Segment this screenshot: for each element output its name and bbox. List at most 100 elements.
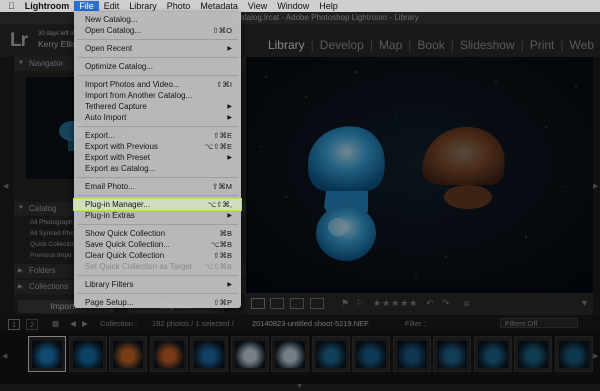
menu-separator bbox=[77, 275, 238, 276]
catalog-item-quick-collection[interactable]: Quick Collection bbox=[30, 241, 77, 248]
filmstrip-thumbnail[interactable] bbox=[149, 336, 188, 372]
menu-item-export-with-preset[interactable]: Export with Preset ▶ bbox=[74, 152, 241, 163]
filmstrip-thumbnail[interactable] bbox=[514, 336, 552, 372]
filmstrip-thumbnail[interactable] bbox=[311, 336, 350, 372]
filmstrip-thumbnail[interactable] bbox=[190, 336, 228, 372]
module-divider: | bbox=[369, 38, 373, 52]
page-1-button[interactable]: 1 bbox=[8, 319, 21, 330]
menu-item-clear-quick-collection[interactable]: Clear Quick Collection ⇧⌘B bbox=[74, 250, 241, 261]
expand-triangle-icon[interactable]: ▼ bbox=[18, 60, 24, 66]
painter-icon[interactable]: ⧈ bbox=[464, 298, 470, 309]
menu-app-name[interactable]: Lightroom bbox=[20, 1, 75, 11]
menu-photo[interactable]: Photo bbox=[162, 1, 196, 11]
thumbnail-image bbox=[72, 341, 103, 368]
bottom-panel-edge[interactable]: ▼ bbox=[0, 383, 600, 391]
menu-item-export-with-previous[interactable]: Export with Previous ⌥⇧⌘E bbox=[74, 141, 241, 152]
menu-help[interactable]: Help bbox=[314, 1, 343, 11]
page-2-button[interactable]: 2 bbox=[26, 319, 39, 330]
expand-triangle-icon[interactable]: ▶ bbox=[18, 283, 23, 290]
filmstrip-thumbnail[interactable] bbox=[433, 336, 471, 372]
filmstrip-thumbnail[interactable] bbox=[554, 336, 593, 372]
menu-item-page-setup[interactable]: Page Setup... ⇧⌘P bbox=[74, 297, 241, 308]
apple-icon[interactable]:  bbox=[0, 1, 20, 11]
menu-file[interactable]: File bbox=[74, 1, 99, 11]
menu-item-show-quick-collection[interactable]: Show Quick Collection ⌘B bbox=[74, 228, 241, 239]
menu-view[interactable]: View bbox=[243, 1, 272, 11]
menu-item-new-catalog[interactable]: New Catalog... bbox=[74, 14, 241, 25]
module-book[interactable]: Book bbox=[417, 38, 444, 52]
menu-item-import-photos-and-video[interactable]: Import Photos and Video... ⇧⌘I bbox=[74, 79, 241, 90]
menu-item-plug-in-manager[interactable]: Plug-in Manager... ⌥⇧⌘, bbox=[73, 198, 242, 211]
menu-item-open-catalog[interactable]: Open Catalog... ⇧⌘O bbox=[74, 25, 241, 36]
menu-item-printer[interactable]: Printer... ⌘P bbox=[74, 308, 241, 319]
photo-count: 182 photos / 1 selected / bbox=[152, 319, 234, 328]
menu-item-export-as-catalog[interactable]: Export as Catalog... bbox=[74, 163, 241, 174]
menu-item-email-photo[interactable]: Email Photo... ⇧⌘M bbox=[74, 181, 241, 192]
survey-view-icon[interactable] bbox=[310, 298, 324, 309]
menu-item-shortcut: ⇧⌘B bbox=[213, 251, 232, 260]
selected-filename[interactable]: 20140823-untitled shoot-5219.NEF bbox=[252, 319, 369, 328]
filmstrip-left-icon[interactable]: ◀ bbox=[2, 352, 7, 360]
filter-select[interactable]: Filters Off bbox=[500, 318, 578, 328]
toolbar-menu-icon[interactable]: ▼ bbox=[580, 298, 589, 309]
forward-arrow-icon[interactable]: ▶ bbox=[82, 319, 88, 328]
menu-item-import-from-another-catalog[interactable]: Import from Another Catalog... bbox=[74, 90, 241, 101]
source-label[interactable]: Collection : bbox=[100, 319, 137, 328]
filmstrip-thumbnail[interactable] bbox=[473, 336, 512, 372]
menu-edit[interactable]: Edit bbox=[99, 1, 125, 11]
menu-item-export[interactable]: Export... ⇧⌘E bbox=[74, 130, 241, 141]
main-photo-view[interactable] bbox=[246, 57, 593, 293]
menu-separator bbox=[77, 57, 238, 58]
rating-stars-icon[interactable]: ★★★★★ bbox=[373, 298, 418, 309]
submenu-arrow-icon: ▶ bbox=[227, 115, 232, 121]
menu-item-label: New Catalog... bbox=[85, 15, 138, 24]
left-panel-edge[interactable]: ◀ bbox=[0, 57, 14, 315]
filmstrip-right-icon[interactable]: ▶ bbox=[593, 352, 598, 360]
collapse-left-icon[interactable]: ◀ bbox=[3, 182, 8, 190]
menu-item-shortcut: ⇧⌘I bbox=[216, 80, 232, 89]
filmstrip-thumbnail[interactable] bbox=[271, 336, 309, 372]
menu-item-save-quick-collection[interactable]: Save Quick Collection... ⌥⌘B bbox=[74, 239, 241, 250]
menu-item-tethered-capture[interactable]: Tethered Capture ▶ bbox=[74, 101, 241, 112]
flag-icon[interactable]: ⚑ bbox=[341, 298, 349, 309]
menu-item-auto-import[interactable]: Auto Import ▶ bbox=[74, 112, 241, 123]
menu-item-optimize-catalog[interactable]: Optimize Catalog... bbox=[74, 61, 241, 72]
filmstrip-thumbnail[interactable] bbox=[28, 336, 66, 372]
catalog-item-all-photographs[interactable]: All Photograph bbox=[30, 219, 73, 226]
expand-triangle-icon[interactable]: ▼ bbox=[18, 205, 24, 211]
rotate-right-icon[interactable]: ↷ bbox=[442, 298, 450, 309]
menu-window[interactable]: Window bbox=[272, 1, 314, 11]
compare-view-icon[interactable] bbox=[290, 298, 304, 309]
module-web[interactable]: Web bbox=[570, 38, 594, 52]
menu-item-library-filters[interactable]: Library Filters ▶ bbox=[74, 279, 241, 290]
loupe-view-icon[interactable] bbox=[270, 298, 284, 309]
menu-item-open-recent[interactable]: Open Recent ▶ bbox=[74, 43, 241, 54]
module-print[interactable]: Print bbox=[530, 38, 555, 52]
menu-item-set-quick-collection-as-target: Set Quick Collection as Target ⌥⇧⌘B bbox=[74, 261, 241, 272]
menu-separator bbox=[77, 177, 238, 178]
filmstrip-thumbnail[interactable] bbox=[352, 336, 390, 372]
module-develop[interactable]: Develop bbox=[320, 38, 364, 52]
menu-item-label: Clear Quick Collection bbox=[85, 251, 165, 260]
menu-item-plug-in-extras[interactable]: Plug-in Extras ▶ bbox=[74, 210, 241, 221]
module-slideshow[interactable]: Slideshow bbox=[460, 38, 515, 52]
collapse-right-icon[interactable]: ▶ bbox=[593, 182, 598, 190]
catalog-item-previous-import[interactable]: Previous Impo bbox=[30, 252, 72, 259]
expand-triangle-icon[interactable]: ▶ bbox=[18, 267, 23, 274]
filmstrip-thumbnail[interactable] bbox=[230, 336, 269, 372]
grid-icon[interactable]: ▦ bbox=[52, 319, 59, 328]
module-library[interactable]: Library bbox=[268, 38, 305, 52]
filmstrip-thumbnail[interactable] bbox=[68, 336, 107, 372]
collapse-bottom-icon[interactable]: ▼ bbox=[296, 383, 303, 390]
back-arrow-icon[interactable]: ◀ bbox=[70, 319, 76, 328]
grid-view-icon[interactable] bbox=[251, 298, 265, 309]
menu-library[interactable]: Library bbox=[124, 1, 162, 11]
filmstrip-thumbnail[interactable] bbox=[109, 336, 147, 372]
right-panel-edge[interactable]: ▶ bbox=[593, 57, 600, 315]
menu-metadata[interactable]: Metadata bbox=[195, 1, 243, 11]
catalog-item-all-synced[interactable]: All Synced Pho bbox=[30, 230, 74, 237]
rotate-left-icon[interactable]: ↶ bbox=[426, 298, 434, 309]
module-map[interactable]: Map bbox=[379, 38, 402, 52]
filmstrip-thumbnail[interactable] bbox=[392, 336, 431, 372]
reject-flag-icon[interactable]: ⚐ bbox=[356, 298, 364, 309]
